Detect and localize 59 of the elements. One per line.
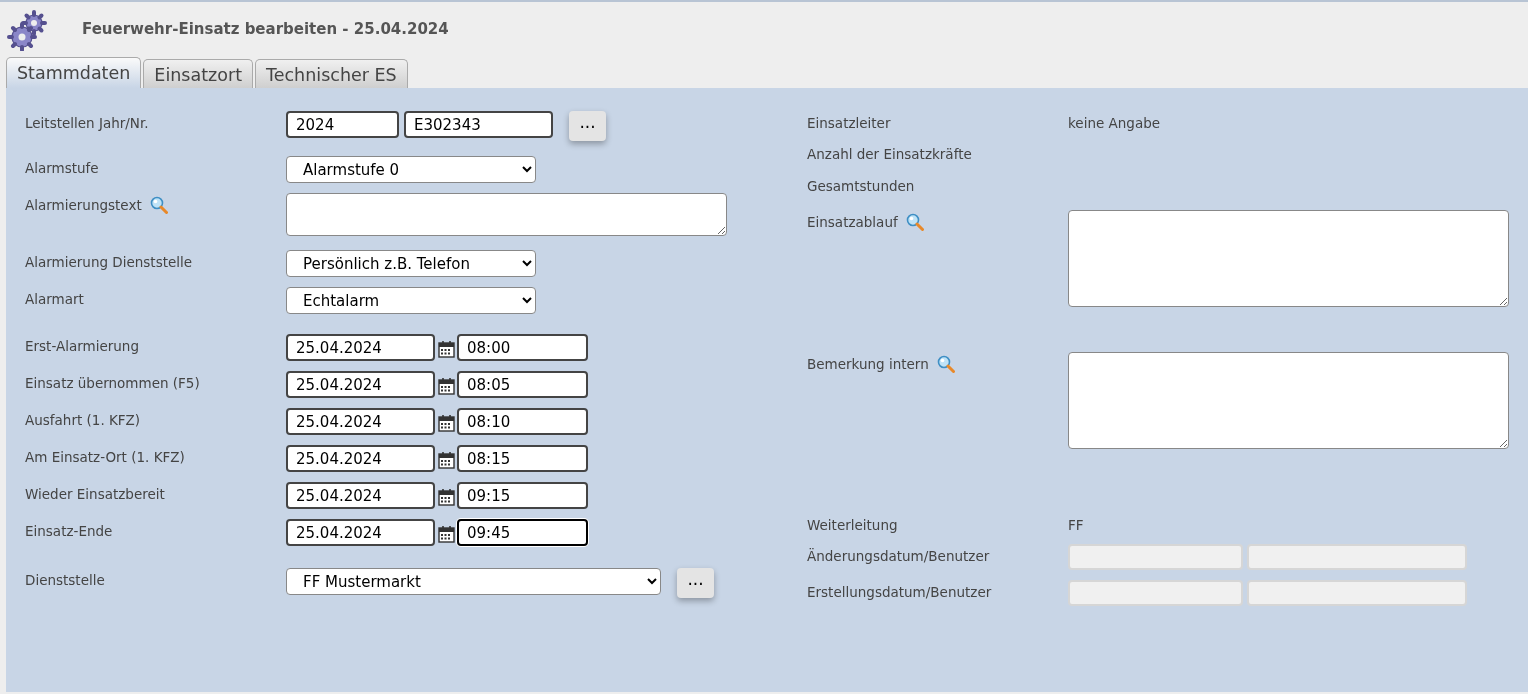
- gears-icon: [6, 8, 48, 51]
- field-label: Wieder Einsatzbereit: [25, 485, 165, 504]
- window-title: Feuerwehr-Einsatz bearbeiten - 25.04.2024: [82, 19, 449, 41]
- time-field[interactable]: 08:05: [457, 371, 588, 398]
- text-area[interactable]: [286, 193, 727, 236]
- tab[interactable]: Technischer ES: [255, 59, 408, 88]
- calendar-icon[interactable]: [438, 340, 455, 358]
- field-label: Ausfahrt (1. KFZ): [25, 411, 141, 430]
- dropdown[interactable]: Persönlich z.B. Telefon: [286, 250, 536, 277]
- search-icon[interactable]: [905, 212, 924, 231]
- dropdown[interactable]: Echtalarm: [286, 287, 536, 314]
- search-icon[interactable]: [149, 196, 168, 215]
- field-label: Gesamtstunden: [807, 176, 915, 196]
- date-field[interactable]: 25.04.2024: [286, 408, 435, 435]
- field-label: Einsatzablauf: [807, 212, 898, 232]
- field-label: Erst-Alarmierung: [25, 337, 139, 356]
- field-label: Alarmstufe: [25, 159, 99, 178]
- date-field[interactable]: 25.04.2024: [286, 482, 435, 509]
- date-field[interactable]: 25.04.2024: [286, 519, 435, 546]
- dropdown[interactable]: Alarmstufe 0: [286, 156, 536, 183]
- date-field[interactable]: 25.04.2024: [286, 334, 435, 361]
- field-label: Einsatzleiter: [807, 114, 891, 133]
- text-field[interactable]: E302343: [404, 111, 553, 138]
- calendar-icon[interactable]: [438, 377, 455, 395]
- field-label: Bemerkung intern: [807, 354, 929, 374]
- calendar-icon[interactable]: [438, 414, 455, 432]
- tab[interactable]: Einsatzort: [143, 59, 253, 88]
- field-label: Erstellungsdatum/Benutzer: [807, 583, 992, 602]
- time-field[interactable]: 09:15: [457, 482, 588, 509]
- search-icon[interactable]: [936, 354, 955, 373]
- field-label: Alarmart: [25, 290, 84, 309]
- field-label: Am Einsatz-Ort (1. KFZ): [25, 448, 185, 467]
- field-label: Anzahl der Einsatzkräfte: [807, 145, 972, 165]
- field-label: Weiterleitung: [807, 515, 898, 535]
- text-area[interactable]: [1068, 351, 1509, 449]
- field-label: Einsatz-Ende: [25, 522, 113, 541]
- date-field[interactable]: 25.04.2024: [286, 371, 435, 398]
- time-field[interactable]: 09:45: [457, 519, 588, 546]
- calendar-icon[interactable]: [438, 525, 455, 543]
- more-button[interactable]: ...: [677, 568, 714, 598]
- field-label: Alarmierungstext: [25, 196, 142, 215]
- field-label: Dienststelle: [25, 571, 105, 590]
- text-area[interactable]: [1068, 209, 1509, 307]
- field-label: Einsatz übernommen (F5): [25, 374, 200, 393]
- tab[interactable]: Stammdaten: [6, 57, 142, 88]
- more-button[interactable]: ...: [569, 111, 606, 141]
- field-value: FF: [1068, 515, 1084, 535]
- field-label: Leitstellen Jahr/Nr.: [25, 114, 149, 133]
- date-field[interactable]: 25.04.2024: [286, 445, 435, 472]
- field-label: Änderungsdatum/Benutzer: [807, 547, 990, 566]
- text-field[interactable]: 2024: [286, 111, 399, 138]
- time-field[interactable]: 08:15: [457, 445, 588, 472]
- calendar-icon[interactable]: [438, 488, 455, 506]
- field-label: Alarmierung Dienststelle: [25, 253, 193, 272]
- dropdown[interactable]: FF Mustermarkt: [286, 568, 661, 595]
- field-value: keine Angabe: [1068, 114, 1161, 133]
- calendar-icon[interactable]: [438, 451, 455, 469]
- time-field[interactable]: 08:10: [457, 408, 588, 435]
- time-field[interactable]: 08:00: [457, 334, 588, 361]
